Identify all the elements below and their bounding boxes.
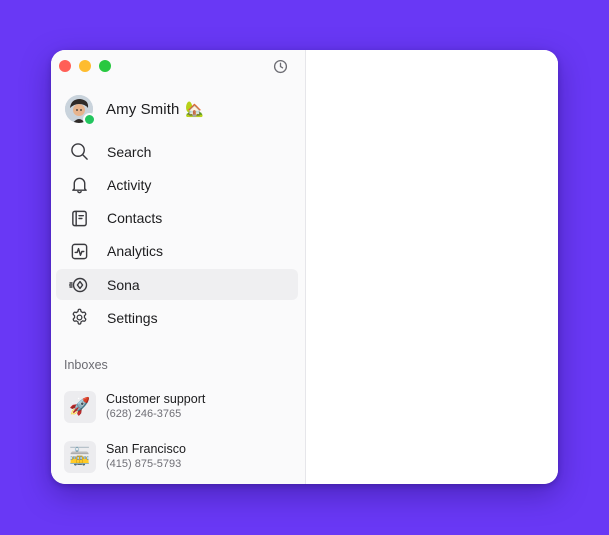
sidebar: Amy Smith 🏡 Search Activity Contacts Ana… bbox=[51, 50, 306, 484]
nav-label-sona: Sona bbox=[107, 276, 140, 293]
nav-label-analytics: Analytics bbox=[107, 243, 164, 260]
clock-icon bbox=[273, 59, 287, 73]
sona-target-icon bbox=[69, 275, 89, 295]
history-button[interactable] bbox=[272, 58, 288, 74]
nav-label-contacts: Contacts bbox=[107, 210, 163, 227]
rocket-icon: 🚀 bbox=[64, 391, 96, 423]
analytics-chart-icon bbox=[69, 241, 89, 261]
nav-item-analytics[interactable]: Analytics bbox=[56, 236, 298, 267]
nav-label-search: Search bbox=[107, 143, 152, 160]
inbox-text: Customer support (628) 246-3765 bbox=[106, 392, 205, 422]
window-controls bbox=[59, 60, 111, 72]
bell-icon bbox=[69, 175, 89, 195]
user-name: Amy Smith bbox=[106, 100, 180, 118]
nav-item-search[interactable]: Search bbox=[56, 136, 298, 167]
nav-label-activity: Activity bbox=[107, 176, 152, 193]
main-content-pane bbox=[306, 50, 558, 484]
app-window: Amy Smith 🏡 Search Activity Contacts Ana… bbox=[51, 50, 558, 484]
nav-item-activity[interactable]: Activity bbox=[56, 169, 298, 200]
online-status-dot bbox=[83, 113, 96, 126]
tram-icon: 🚋 bbox=[64, 441, 96, 473]
inboxes-section-title: Inboxes bbox=[64, 358, 108, 372]
inbox-phone: (628) 246-3765 bbox=[106, 408, 182, 420]
inbox-customer-support[interactable]: 🚀 Customer support (628) 246-3765 bbox=[64, 391, 205, 423]
main-nav: Search Activity Contacts Analytics Sona … bbox=[56, 136, 298, 336]
inbox-san-francisco[interactable]: 🚋 San Francisco (415) 875-5793 bbox=[64, 441, 186, 473]
inbox-name: San Francisco bbox=[106, 442, 186, 456]
minimize-window-button[interactable] bbox=[79, 60, 91, 72]
user-profile[interactable]: Amy Smith 🏡 bbox=[65, 95, 205, 126]
inbox-name: Customer support bbox=[106, 392, 206, 406]
gear-icon bbox=[69, 308, 89, 328]
nav-item-sona[interactable]: Sona bbox=[56, 269, 298, 301]
contacts-book-icon bbox=[69, 208, 89, 228]
zoom-window-button[interactable] bbox=[99, 60, 111, 72]
search-icon bbox=[69, 142, 89, 162]
nav-label-settings: Settings bbox=[107, 309, 158, 326]
status-emoji: 🏡 bbox=[185, 101, 205, 118]
nav-item-settings[interactable]: Settings bbox=[56, 302, 298, 333]
close-window-button[interactable] bbox=[59, 60, 71, 72]
inbox-text: San Francisco (415) 875-5793 bbox=[106, 442, 186, 472]
inbox-phone: (415) 875-5793 bbox=[106, 458, 182, 470]
avatar bbox=[65, 95, 96, 126]
nav-item-contacts[interactable]: Contacts bbox=[56, 203, 298, 234]
